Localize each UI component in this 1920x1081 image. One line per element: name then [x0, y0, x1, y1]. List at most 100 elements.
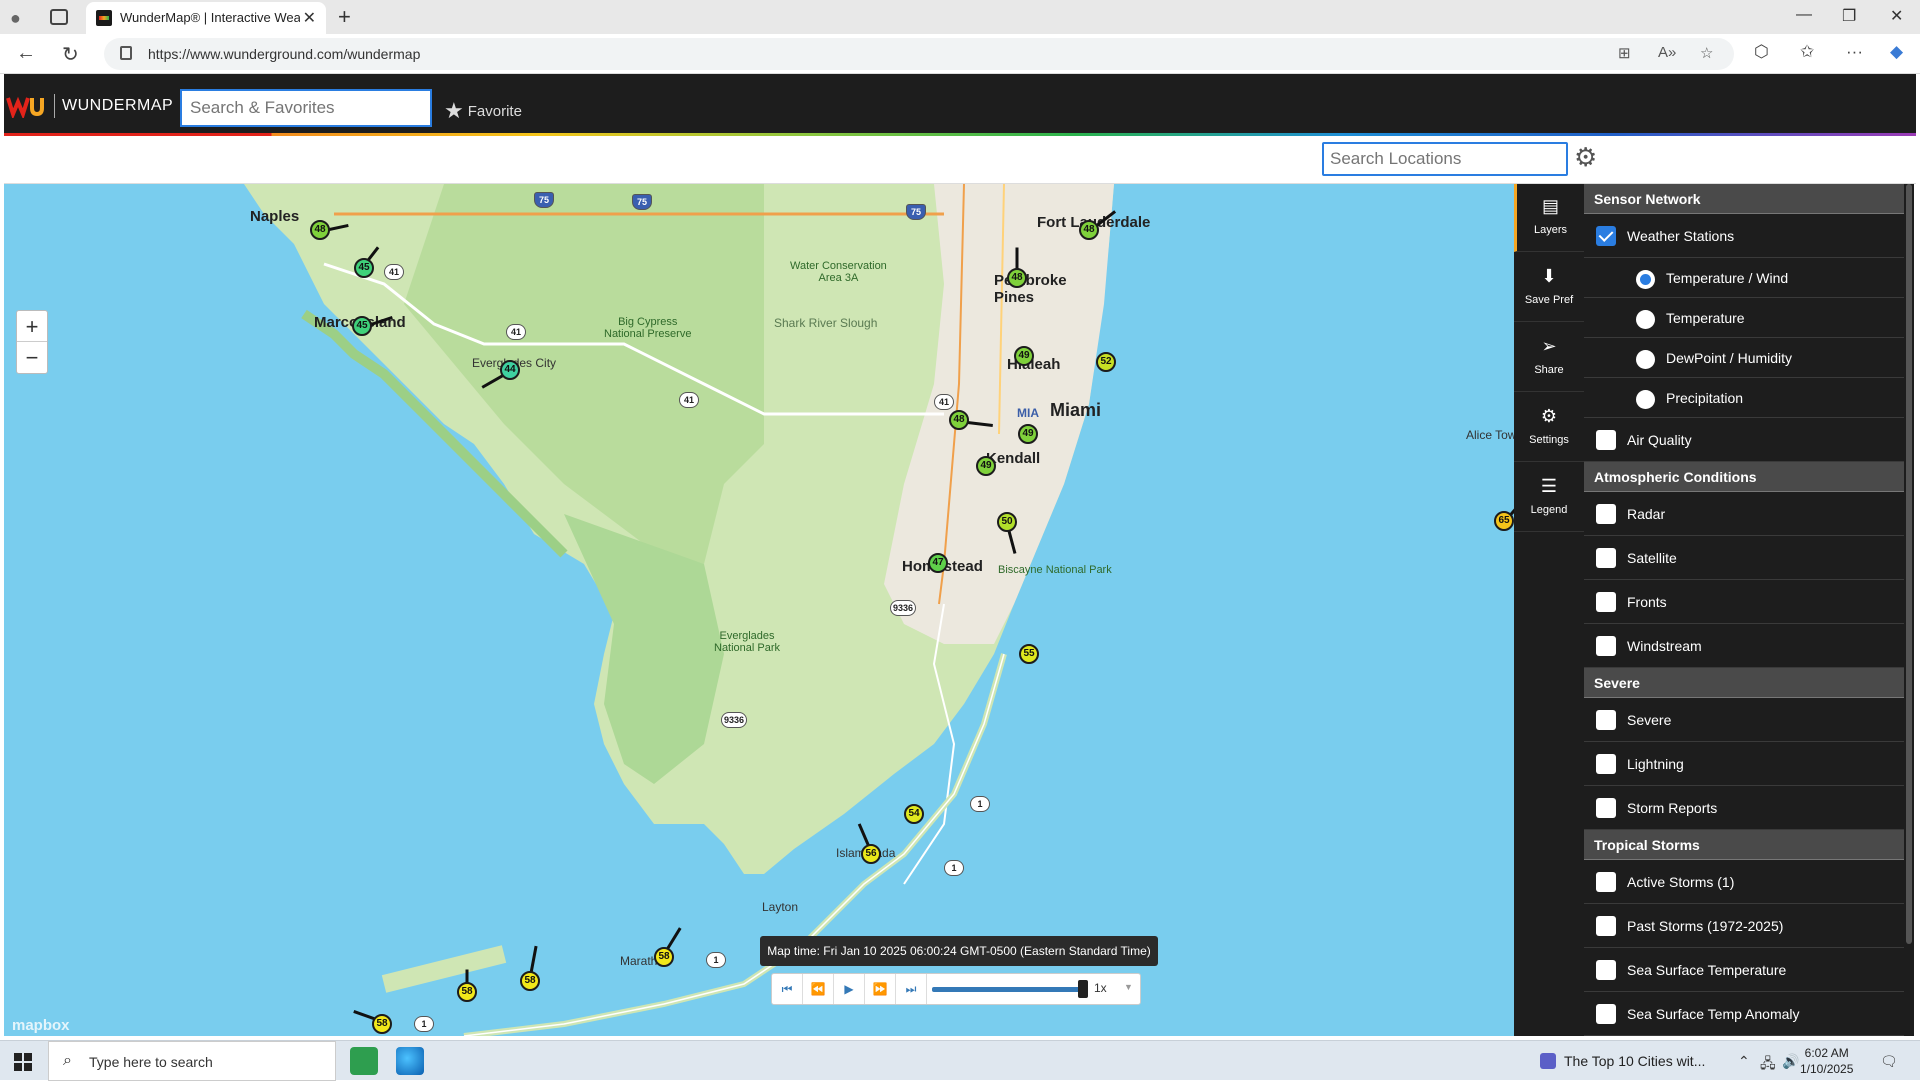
tool-save-pref[interactable]: ⬇ Save Pref — [1514, 254, 1584, 322]
timeline-track[interactable] — [932, 987, 1086, 992]
app-available-icon[interactable]: ⊞ — [1618, 44, 1631, 62]
checkbox[interactable] — [1596, 504, 1616, 524]
more-icon[interactable]: ··· — [1846, 42, 1863, 62]
tab-actions-icon[interactable] — [50, 9, 68, 25]
checkbox[interactable] — [1596, 1004, 1616, 1024]
restore-icon[interactable]: ❐ — [1842, 6, 1856, 26]
station-marker[interactable]: 48 — [310, 220, 330, 240]
checkbox[interactable] — [1596, 548, 1616, 568]
layer-storm-reports[interactable]: Storm Reports — [1584, 786, 1904, 830]
close-tab-icon[interactable]: ✕ — [303, 8, 316, 28]
chevron-down-icon[interactable]: ▼ — [1124, 982, 1133, 992]
radio[interactable] — [1636, 390, 1655, 409]
checkbox[interactable] — [1596, 798, 1616, 818]
option-temperature-wind[interactable]: Temperature / Wind — [1584, 258, 1904, 298]
back-icon[interactable]: ← — [16, 42, 36, 65]
layer-past-storms[interactable]: Past Storms (1972-2025) — [1584, 904, 1904, 948]
sheets-app-icon[interactable] — [350, 1047, 378, 1075]
browser-tab[interactable]: WunderMap® | Interactive Weath ✕ — [86, 2, 326, 34]
layer-active-storms[interactable]: Active Storms (1) — [1584, 860, 1904, 904]
speed-select[interactable]: 1x — [1094, 981, 1107, 995]
minimize-icon[interactable]: — — [1796, 6, 1812, 24]
radio[interactable] — [1636, 270, 1655, 289]
skip-start-icon[interactable]: ⏮ — [772, 974, 803, 1004]
checkbox[interactable] — [1596, 872, 1616, 892]
layer-windstream[interactable]: Windstream — [1584, 624, 1904, 668]
station-marker[interactable]: 55 — [1019, 644, 1039, 664]
station-marker[interactable]: 49 — [1018, 424, 1038, 444]
station-marker[interactable]: 54 — [904, 804, 924, 824]
station-marker[interactable]: 47 — [928, 553, 948, 573]
mapbox-attribution[interactable]: mapbox — [12, 1017, 70, 1034]
gear-icon[interactable]: ⚙ — [1574, 142, 1597, 173]
station-marker[interactable]: 45 — [354, 258, 374, 278]
station-marker[interactable]: 48 — [1079, 220, 1099, 240]
zoom-out-button[interactable]: − — [17, 342, 47, 373]
station-marker[interactable]: 65 — [1494, 511, 1514, 531]
option-temperature[interactable]: Temperature — [1584, 298, 1904, 338]
read-aloud-icon[interactable]: A» — [1658, 44, 1676, 61]
refresh-icon[interactable]: ↻ — [62, 42, 79, 67]
favorite-button[interactable]: ★ Favorite — [444, 96, 522, 123]
search-locations-input[interactable] — [1322, 142, 1568, 176]
lock-icon[interactable] — [120, 46, 132, 60]
network-icon[interactable]: 🖧 — [1760, 1053, 1776, 1077]
notifications-icon[interactable]: 🗨 — [1880, 1053, 1898, 1070]
tool-legend[interactable]: ☰ Legend — [1514, 464, 1584, 532]
checkbox[interactable] — [1596, 226, 1616, 246]
checkbox[interactable] — [1596, 710, 1616, 730]
new-tab-icon[interactable]: + — [338, 4, 351, 30]
option-precipitation[interactable]: Precipitation — [1584, 378, 1904, 418]
option-dewpoint-humidity[interactable]: DewPoint / Humidity — [1584, 338, 1904, 378]
station-marker[interactable]: 58 — [372, 1014, 392, 1034]
tool-share[interactable]: ➢ Share — [1514, 324, 1584, 392]
extensions-icon[interactable]: ⬡ — [1754, 42, 1769, 62]
layer-fronts[interactable]: Fronts — [1584, 580, 1904, 624]
rewind-icon[interactable]: ⏪ — [803, 974, 834, 1004]
station-marker[interactable]: 52 — [1096, 352, 1116, 372]
skip-end-icon[interactable]: ⏭ — [896, 974, 927, 1004]
panel-scrollbar[interactable] — [1904, 184, 1914, 1036]
favorites-search-input[interactable] — [180, 89, 432, 127]
station-marker[interactable]: 58 — [457, 982, 477, 1002]
layer-severe[interactable]: Severe — [1584, 698, 1904, 742]
layer-radar[interactable]: Radar — [1584, 492, 1904, 536]
volume-icon[interactable]: 🔊 — [1782, 1053, 1799, 1070]
fast-forward-icon[interactable]: ⏩ — [865, 974, 896, 1004]
layer-sea-surface-anomaly[interactable]: Sea Surface Temp Anomaly — [1584, 992, 1904, 1036]
favorite-star-icon[interactable]: ☆ — [1700, 44, 1713, 62]
layer-lightning[interactable]: Lightning — [1584, 742, 1904, 786]
station-marker[interactable]: 56 — [861, 844, 881, 864]
station-marker[interactable]: 49 — [1014, 346, 1034, 366]
checkbox[interactable] — [1596, 592, 1616, 612]
chevron-up-icon[interactable]: ⌃ — [1738, 1053, 1750, 1070]
layer-air-quality[interactable]: Air Quality — [1584, 418, 1904, 462]
scrollbar-thumb[interactable] — [1906, 184, 1912, 944]
radio[interactable] — [1636, 350, 1655, 369]
brand-name[interactable]: WUNDERMAP — [62, 97, 173, 115]
station-marker[interactable]: 44 — [500, 360, 520, 380]
url-field[interactable]: https://www.wunderground.com/wundermap ⊞… — [104, 38, 1734, 70]
layer-weather-stations[interactable]: Weather Stations — [1584, 214, 1904, 258]
station-marker[interactable]: 58 — [520, 971, 540, 991]
layer-sea-surface-temp[interactable]: Sea Surface Temperature — [1584, 948, 1904, 992]
favorites-icon[interactable]: ✩ — [1800, 42, 1814, 62]
station-marker[interactable]: 58 — [654, 947, 674, 967]
station-marker[interactable]: 49 — [976, 456, 996, 476]
checkbox[interactable] — [1596, 636, 1616, 656]
checkbox[interactable] — [1596, 754, 1616, 774]
news-widget[interactable]: The Top 10 Cities wit... — [1540, 1053, 1705, 1069]
zoom-in-button[interactable]: + — [17, 311, 47, 342]
station-marker[interactable]: 50 — [997, 512, 1017, 532]
tool-settings[interactable]: ⚙ Settings — [1514, 394, 1584, 462]
system-clock[interactable]: 6:02 AM 1/10/2025 — [1800, 1045, 1853, 1077]
checkbox[interactable] — [1596, 916, 1616, 936]
layer-satellite[interactable]: Satellite — [1584, 536, 1904, 580]
play-icon[interactable]: ▶ — [834, 974, 865, 1004]
wu-logo-icon[interactable] — [6, 92, 46, 118]
tool-layers[interactable]: ▤ Layers — [1514, 184, 1584, 252]
station-marker[interactable]: 48 — [949, 410, 969, 430]
radio[interactable] — [1636, 310, 1655, 329]
map-canvas[interactable]: Naples Fort Lauderdale Pembroke Pines Hi… — [4, 184, 1514, 1036]
station-marker[interactable]: 45 — [352, 316, 372, 336]
